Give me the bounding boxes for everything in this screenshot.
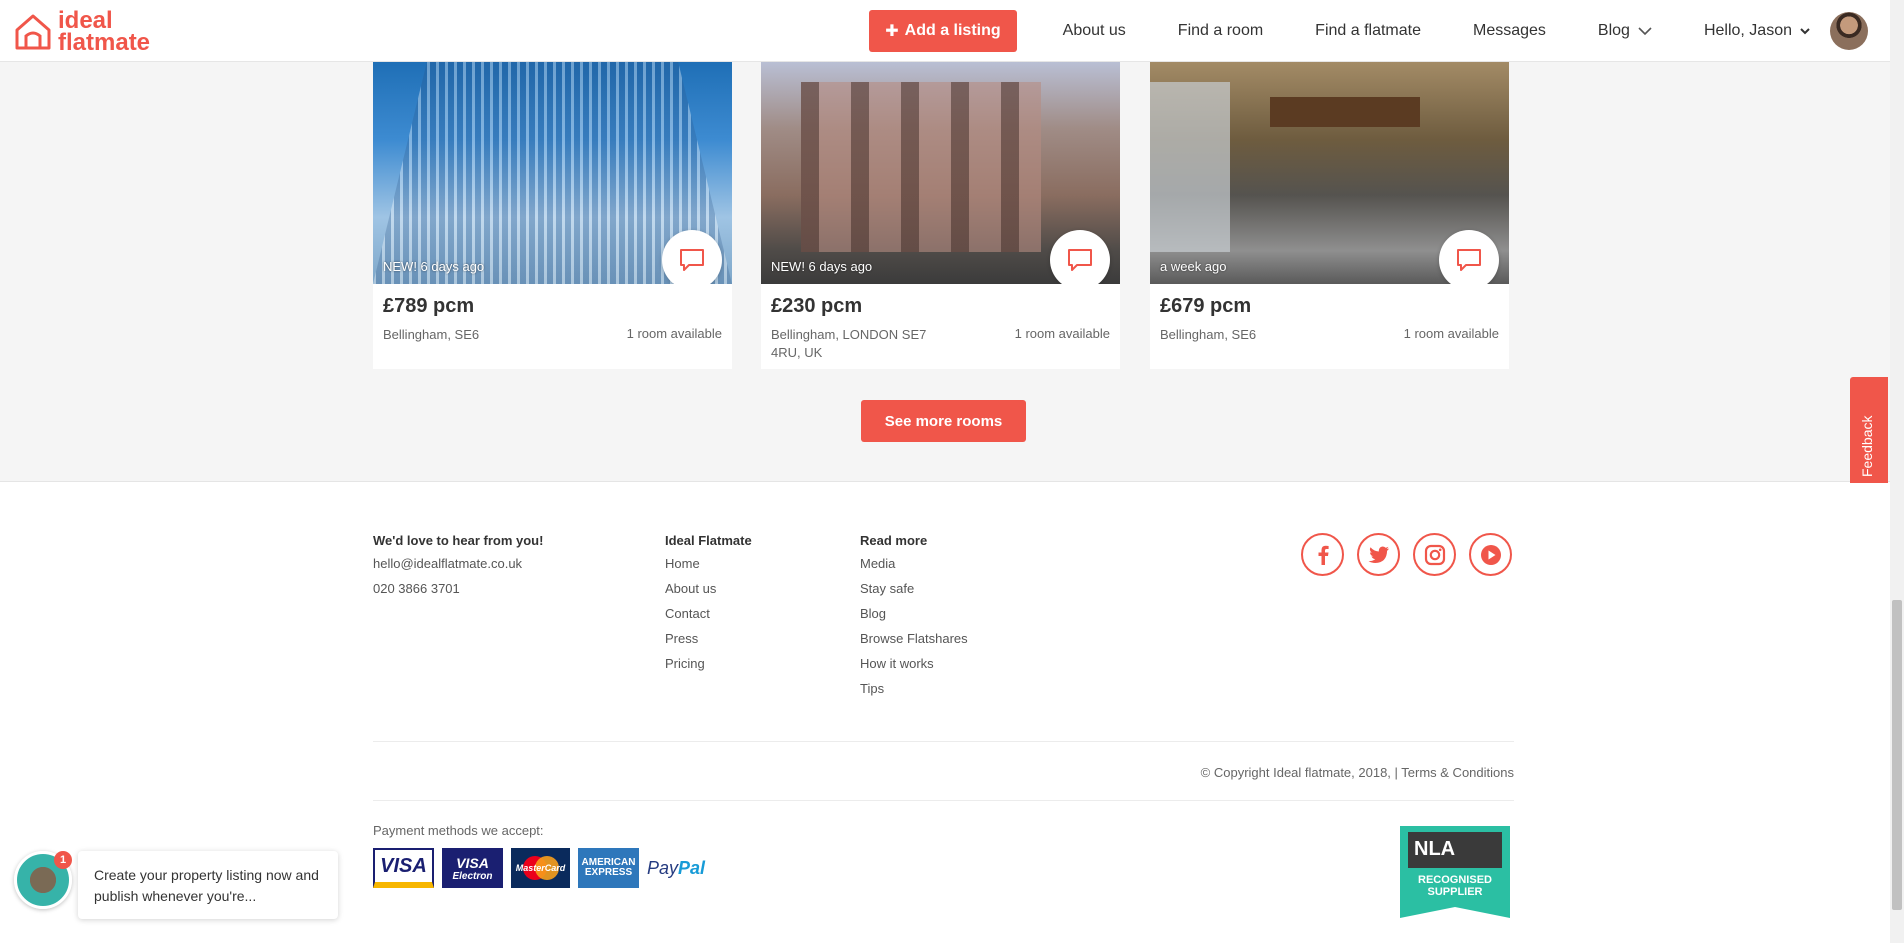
amex-logo: AMERICAN EXPRESS: [578, 848, 639, 888]
footer-heading: We'd love to hear from you!: [373, 533, 544, 548]
footer-link-media[interactable]: Media: [860, 556, 968, 571]
footer-contact: We'd love to hear from you! hello@idealf…: [373, 533, 543, 606]
footer-link-home[interactable]: Home: [665, 556, 752, 571]
footer-link-stay-safe[interactable]: Stay safe: [860, 581, 968, 596]
notification-badge: 1: [54, 851, 72, 869]
user-menu[interactable]: Hello, Jason: [1704, 22, 1810, 40]
listings-section: NEW! 6 days ago £789 pcm Bellingham, SE6…: [0, 62, 1890, 482]
listing-age-badge: a week ago: [1160, 259, 1227, 274]
listing-age-badge: NEW! 6 days ago: [383, 259, 485, 274]
footer-link-browse-flatshares[interactable]: Browse Flatshares: [860, 631, 968, 646]
footer-read-more: Read more Media Stay safe Blog Browse Fl…: [860, 533, 968, 706]
site-header: ideal flatmate ✚ Add a listing About us …: [0, 0, 1890, 62]
chat-message[interactable]: Create your property listing now and pub…: [78, 851, 338, 919]
message-button[interactable]: [1050, 230, 1110, 284]
listing-card[interactable]: NEW! 6 days ago £230 pcm Bellingham, LON…: [761, 62, 1120, 369]
footer-heading: Read more: [860, 533, 928, 548]
avatar[interactable]: [1830, 12, 1868, 50]
facebook-icon[interactable]: [1301, 533, 1344, 576]
feedback-label: Feedback: [1859, 415, 1875, 477]
nav-find-a-room[interactable]: Find a room: [1178, 22, 1263, 40]
nav-messages[interactable]: Messages: [1473, 22, 1546, 40]
chat-bubble-icon: [1457, 249, 1481, 271]
nav-about-us[interactable]: About us: [1063, 22, 1126, 40]
listing-photo[interactable]: a week ago: [1150, 62, 1509, 284]
see-more-rooms-button[interactable]: See more rooms: [861, 400, 1026, 442]
instagram-icon[interactable]: [1413, 533, 1456, 576]
footer-link-contact[interactable]: Contact: [665, 606, 752, 621]
copyright-text[interactable]: © Copyright Ideal flatmate, 2018, | Term…: [1201, 765, 1514, 780]
listing-price: £789 pcm: [383, 295, 475, 317]
listing-price: £230 pcm: [771, 295, 863, 317]
nav-find-a-flatmate[interactable]: Find a flatmate: [1315, 22, 1421, 40]
listing-age-badge: NEW! 6 days ago: [771, 259, 873, 274]
footer-divider: [373, 800, 1514, 801]
footer-link-about-us[interactable]: About us: [665, 581, 752, 596]
visa-logo: VISA: [373, 848, 434, 888]
chat-bubble-icon: [1068, 249, 1092, 271]
listing-rooms: 1 room available: [1403, 326, 1499, 341]
twitter-icon[interactable]: [1357, 533, 1400, 576]
plus-icon: ✚: [885, 23, 899, 40]
listing-location: Bellingham, SE6: [383, 327, 480, 342]
listing-photo[interactable]: NEW! 6 days ago: [761, 62, 1120, 284]
footer-link-tips[interactable]: Tips: [860, 681, 968, 696]
chevron-down-icon: [1638, 27, 1652, 36]
listing-photo[interactable]: NEW! 6 days ago: [373, 62, 732, 284]
listing-price: £679 pcm: [1160, 295, 1252, 317]
paypal-logo: PayPal: [647, 857, 706, 878]
payment-logos: VISA VISA Electron MasterCard AMERICAN E…: [373, 848, 705, 888]
payment-methods-label: Payment methods we accept:: [373, 823, 544, 838]
footer-link-press[interactable]: Press: [665, 631, 752, 646]
nav-blog[interactable]: Blog: [1598, 22, 1652, 40]
main-nav: ✚ Add a listing About us Find a room Fin…: [869, 10, 1820, 52]
footer-email[interactable]: hello@idealflatmate.co.uk: [373, 556, 543, 571]
youtube-icon[interactable]: [1469, 533, 1512, 576]
footer-divider: [373, 741, 1514, 742]
house-logo-icon: [15, 14, 51, 50]
message-button[interactable]: [1439, 230, 1499, 284]
footer-link-pricing[interactable]: Pricing: [665, 656, 752, 671]
logo[interactable]: ideal flatmate: [14, 7, 151, 56]
listing-rooms: 1 room available: [1014, 326, 1110, 341]
listing-location: Bellingham, LONDON SE7 4RU, UK: [771, 327, 927, 360]
logo-text: ideal flatmate: [58, 7, 151, 56]
listing-location: Bellingham, SE6: [1160, 327, 1257, 342]
listing-rooms: 1 room available: [626, 326, 722, 341]
chevron-down-icon: [1800, 28, 1810, 35]
footer-heading: Ideal Flatmate: [665, 533, 752, 548]
social-links: [1301, 533, 1512, 576]
add-listing-button[interactable]: ✚ Add a listing: [869, 10, 1017, 52]
scrollbar[interactable]: [1890, 0, 1904, 943]
footer-link-how-it-works[interactable]: How it works: [860, 656, 968, 671]
visa-electron-logo: VISA Electron: [442, 848, 503, 888]
nla-badge: NLA RECOGNISED SUPPLIER: [1400, 826, 1510, 918]
footer-link-blog[interactable]: Blog: [860, 606, 968, 621]
message-button[interactable]: [662, 230, 722, 284]
chat-bubble-icon: [680, 249, 704, 271]
footer-ideal-flatmate: Ideal Flatmate Home About us Contact Pre…: [665, 533, 752, 681]
listing-card[interactable]: a week ago £679 pcm Bellingham, SE6 1 ro…: [1150, 62, 1509, 369]
listing-card[interactable]: NEW! 6 days ago £789 pcm Bellingham, SE6…: [373, 62, 732, 369]
mastercard-logo: MasterCard: [511, 848, 570, 888]
footer-phone: 020 3866 3701: [373, 581, 460, 596]
scrollbar-thumb[interactable]: [1892, 600, 1902, 910]
